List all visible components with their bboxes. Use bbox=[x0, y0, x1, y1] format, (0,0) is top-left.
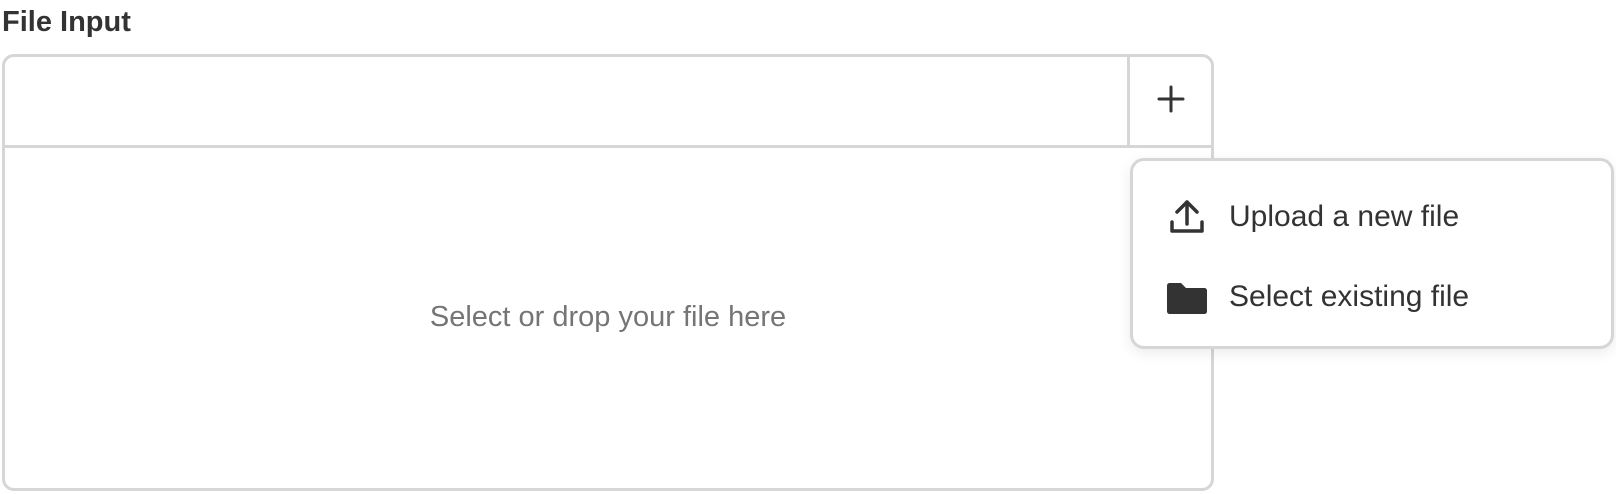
menu-item-upload[interactable]: Upload a new file bbox=[1133, 187, 1611, 247]
file-options-menu: Upload a new file Select existing file bbox=[1130, 158, 1614, 349]
dropzone-text: Select or drop your file here bbox=[429, 300, 787, 333]
add-file-button[interactable] bbox=[1127, 57, 1211, 145]
file-input-page: File Input Select or drop your file here bbox=[0, 0, 1616, 494]
menu-item-select-existing[interactable]: Select existing file bbox=[1133, 267, 1611, 327]
menu-item-label: Upload a new file bbox=[1229, 200, 1460, 233]
file-name-field[interactable] bbox=[5, 57, 1131, 145]
plus-icon bbox=[1156, 84, 1186, 119]
file-dropzone[interactable]: Select or drop your file here bbox=[5, 148, 1211, 488]
field-label: File Input bbox=[2, 6, 131, 38]
upload-icon bbox=[1165, 195, 1209, 239]
file-input-header bbox=[5, 57, 1211, 148]
file-input-widget: Select or drop your file here bbox=[2, 54, 1214, 491]
menu-item-label: Select existing file bbox=[1229, 280, 1470, 313]
folder-icon bbox=[1165, 275, 1209, 319]
